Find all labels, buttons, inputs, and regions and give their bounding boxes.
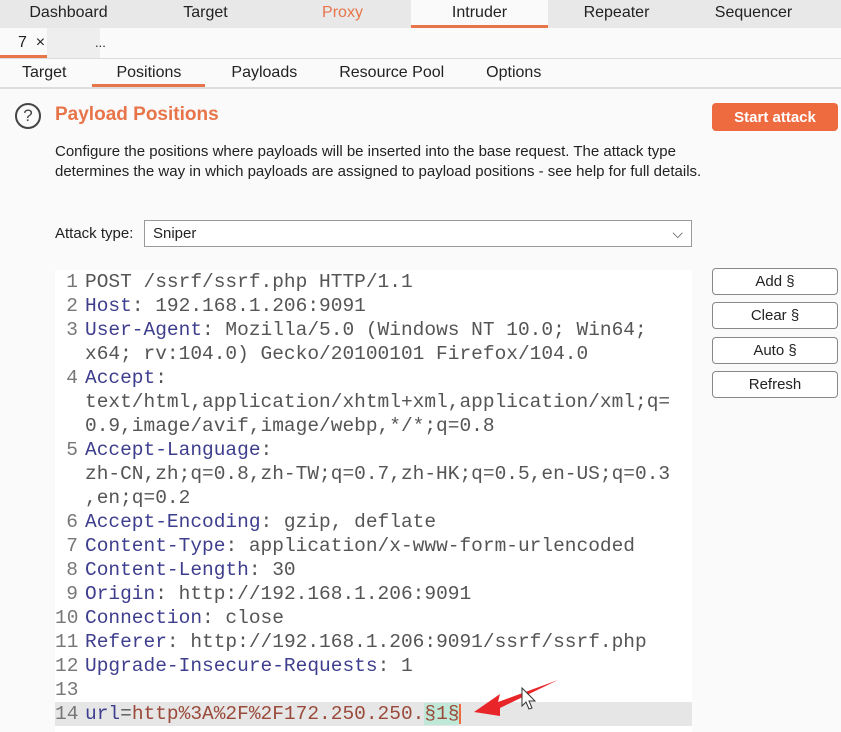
clear-payload-markers-button[interactable]: Clear §	[712, 302, 838, 329]
attack-type-label: Attack type:	[55, 225, 134, 242]
request-line: 3 User-Agent: Mozilla/5.0 (Windows NT 10.…	[55, 318, 692, 342]
header-name: Origin	[85, 583, 156, 605]
header-name: Host	[85, 295, 132, 317]
line-number: 2	[66, 295, 78, 317]
line-number: 4	[66, 367, 78, 389]
instance-tabs: 7 × ...	[0, 28, 841, 59]
header-value: text/html,application/xhtml+xml,applicat…	[85, 391, 671, 413]
request-line: 6 Accept-Encoding: gzip, deflate	[55, 510, 692, 534]
header-value: zh-CN,zh;q=0.8,zh-TW;q=0.7,zh-HK;q=0.5,e…	[85, 463, 671, 485]
line-number: 1	[66, 271, 78, 293]
tab-proxy[interactable]: Proxy	[274, 0, 411, 28]
header-name: User-Agent	[85, 319, 203, 341]
header-value: : 30	[248, 559, 296, 581]
line-number: 11	[55, 631, 79, 653]
auto-payload-markers-button[interactable]: Auto §	[712, 337, 838, 364]
request-line: 0.9,image/avif,image/webp,*/*;q=0.8	[55, 414, 692, 438]
request-line: 13	[55, 678, 692, 702]
start-attack-button[interactable]: Start attack	[712, 103, 838, 131]
request-line: 1 POST /ssrf/ssrf.php HTTP/1.1	[55, 270, 692, 294]
instance-tab-label: 7	[18, 34, 27, 51]
request-editor[interactable]: 1 POST /ssrf/ssrf.php HTTP/1.1 2 Host: 192.…	[55, 270, 692, 732]
header-value: ,en;q=0.2	[85, 487, 191, 509]
header-value: http%3A%2F%2F172.250.250.	[131, 703, 425, 725]
line-number: 7	[66, 535, 78, 557]
header-name: Referer	[85, 631, 167, 653]
request-line: 8 Content-Length: 30	[55, 558, 692, 582]
header-value: : Mozilla/5.0 (Windows NT 10.0; Win64;	[202, 319, 647, 341]
header-name: Connection	[85, 607, 203, 629]
header-value: =	[120, 703, 132, 725]
line-number: 13	[55, 679, 79, 701]
header-name: Accept-Encoding	[85, 511, 261, 533]
request-line: ,en;q=0.2	[55, 486, 692, 510]
header-value: : 192.168.1.206:9091	[131, 295, 366, 317]
intruder-tabs: Target Positions Payloads Resource Pool …	[0, 59, 841, 89]
line-number: 3	[66, 319, 78, 341]
request-line: 2 Host: 192.168.1.206:9091	[55, 294, 692, 318]
line-number: 10	[55, 607, 79, 629]
tab-options[interactable]: Options	[470, 59, 557, 87]
request-line: 14 url=http%3A%2F%2F172.250.250.§1§	[55, 702, 692, 726]
tab-dashboard[interactable]: Dashboard	[0, 0, 137, 28]
request-line: 12 Upgrade-Insecure-Requests: 1	[55, 654, 692, 678]
chevron-down-icon: ⌵	[672, 225, 683, 241]
header-name: Content-Type	[85, 535, 226, 557]
header-value: : http://192.168.1.206:9091	[155, 583, 472, 605]
tab-positions[interactable]: Positions	[92, 59, 206, 87]
red-arrow-annotation	[474, 680, 558, 716]
tab-repeater[interactable]: Repeater	[548, 0, 685, 28]
header-value: : gzip, deflate	[260, 511, 437, 533]
header-name: Accept	[85, 367, 156, 389]
instance-tab-7[interactable]: 7 ×	[0, 28, 47, 58]
tab-payloads[interactable]: Payloads	[215, 59, 313, 87]
header-value: 0.9,image/avif,image/webp,*/*;q=0.8	[85, 415, 495, 437]
line-number: 5	[66, 439, 78, 461]
request-line: 5 Accept-Language:	[55, 438, 692, 462]
request-line: x64; rv:104.0) Gecko/20100101 Firefox/10…	[55, 342, 692, 366]
header-value: x64; rv:104.0) Gecko/20100101 Firefox/10…	[85, 343, 589, 365]
header-value: : close	[202, 607, 284, 629]
request-line: 10 Connection: close	[55, 606, 692, 630]
request-line: 7 Content-Type: application/x-www-form-ur…	[55, 534, 692, 558]
tab-target[interactable]: Target	[137, 0, 274, 28]
tab-intruder[interactable]: Intruder	[411, 0, 548, 28]
request-line: 4 Accept:	[55, 366, 692, 390]
section-description: Configure the positions where payloads w…	[55, 143, 702, 180]
add-payload-marker-button[interactable]: Add §	[712, 268, 838, 295]
attack-type-value: Sniper	[153, 225, 197, 242]
request-line: zh-CN,zh;q=0.8,zh-TW;q=0.7,zh-HK;q=0.5,e…	[55, 462, 692, 486]
request-line: 11 Referer: http://192.168.1.206:9091/ssr…	[55, 630, 692, 654]
tab-target-sub[interactable]: Target	[6, 59, 82, 87]
payload-position-marker[interactable]: §1§	[424, 703, 460, 725]
line-number: 9	[66, 583, 78, 605]
new-tab-button[interactable]: ...	[47, 28, 106, 58]
line-number: 12	[55, 655, 79, 677]
text-caret	[459, 703, 462, 724]
help-icon[interactable]: ?	[15, 103, 41, 129]
top-tabs: Dashboard Target Proxy Intruder Repeater…	[0, 0, 841, 28]
header-value: : application/x-www-form-urlencoded	[225, 535, 636, 557]
header-name: Upgrade-Insecure-Requests	[85, 655, 378, 677]
tab-resource-pool[interactable]: Resource Pool	[323, 59, 460, 87]
header-value: : 1	[377, 655, 413, 677]
header-value: :	[155, 367, 167, 389]
header-name: Accept-Language	[85, 439, 261, 461]
header-value: : http://192.168.1.206:9091/ssrf/ssrf.ph…	[166, 631, 647, 653]
request-line: 9 Origin: http://192.168.1.206:9091	[55, 582, 692, 606]
line-number: 14	[55, 703, 79, 725]
refresh-button[interactable]: Refresh	[712, 371, 838, 398]
section-title: Payload Positions	[55, 104, 219, 125]
header-value: POST /ssrf/ssrf.php HTTP/1.1	[85, 271, 413, 293]
request-line: text/html,application/xhtml+xml,applicat…	[55, 390, 692, 414]
header-name: url	[85, 703, 121, 725]
header-name: Content-Length	[85, 559, 249, 581]
line-number: 6	[66, 511, 78, 533]
close-icon[interactable]: ×	[36, 34, 45, 51]
tab-sequencer[interactable]: Sequencer	[685, 0, 822, 28]
header-value: :	[260, 439, 273, 461]
attack-type-select[interactable]: Sniper ⌵	[144, 220, 692, 247]
line-number: 8	[66, 559, 78, 581]
